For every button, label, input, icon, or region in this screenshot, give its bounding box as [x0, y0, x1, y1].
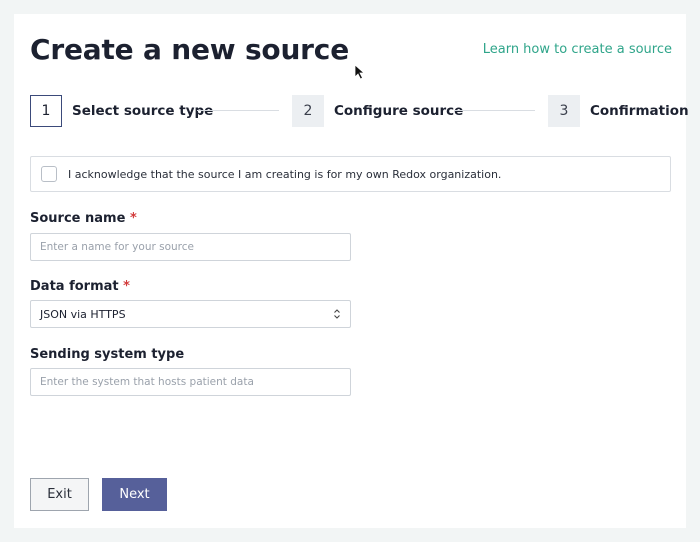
- step-select-source-type[interactable]: 1 Select source type: [30, 94, 213, 128]
- next-button[interactable]: Next: [102, 478, 167, 511]
- step-label: Confirmation: [590, 103, 689, 119]
- data-format-selected-value: JSON via HTTPS: [40, 307, 126, 321]
- acknowledge-checkbox[interactable]: [41, 166, 57, 182]
- source-name-label-text: Source name: [30, 211, 126, 226]
- page-title: Create a new source: [30, 33, 349, 66]
- learn-how-link[interactable]: Learn how to create a source: [483, 42, 672, 57]
- sending-system-label: Sending system type: [30, 347, 185, 362]
- step-confirmation[interactable]: 3 Confirmation: [548, 94, 689, 128]
- acknowledge-box: I acknowledge that the source I am creat…: [30, 156, 671, 192]
- sending-system-input[interactable]: [30, 368, 351, 396]
- step-connector: [197, 110, 279, 111]
- step-label: Select source type: [72, 103, 214, 119]
- data-format-label-text: Data format: [30, 279, 119, 294]
- step-number: 2: [292, 95, 324, 127]
- exit-button[interactable]: Exit: [30, 478, 89, 511]
- mouse-cursor-icon: [354, 64, 366, 80]
- required-asterisk: *: [123, 279, 130, 294]
- chevron-up-down-icon: [334, 309, 340, 319]
- source-name-label: Source name *: [30, 211, 137, 226]
- step-number: 3: [548, 95, 580, 127]
- step-label: Configure source: [334, 103, 464, 119]
- data-format-label: Data format *: [30, 279, 130, 294]
- step-configure-source[interactable]: 2 Configure source: [292, 94, 463, 128]
- required-asterisk: *: [129, 211, 137, 226]
- data-format-select[interactable]: JSON via HTTPS: [30, 300, 351, 328]
- step-connector: [454, 110, 535, 111]
- acknowledge-text: I acknowledge that the source I am creat…: [68, 167, 502, 181]
- progress-stepper: 1 Select source type 2 Configure source …: [30, 94, 689, 128]
- step-number: 1: [30, 95, 62, 127]
- create-source-card: Create a new source Learn how to create …: [14, 14, 689, 528]
- source-name-input[interactable]: [30, 233, 351, 261]
